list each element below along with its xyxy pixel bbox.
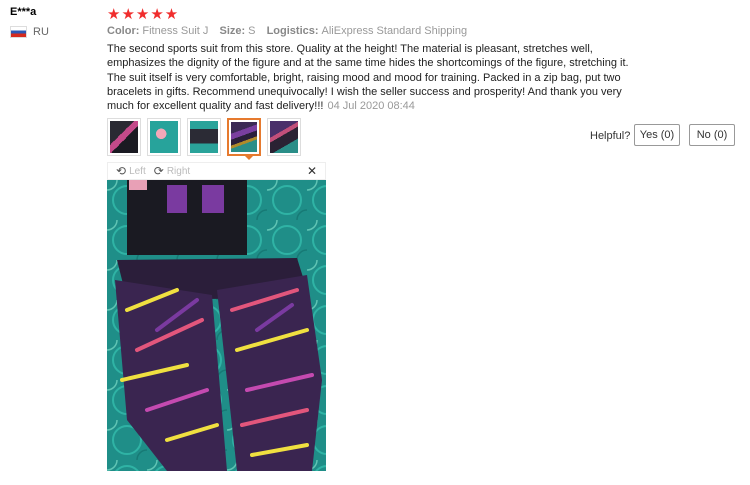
color-label: Color:	[107, 25, 140, 37]
active-thumbnail-caret	[244, 155, 254, 160]
rotate-left-label[interactable]: Left	[129, 166, 146, 177]
russia-flag-icon	[10, 26, 27, 38]
thumbnail-strip	[107, 118, 301, 156]
review-thumbnail-active[interactable]	[227, 118, 261, 156]
rating-stars: ★★★★★	[107, 6, 180, 23]
rotate-left-icon[interactable]: ⟲	[116, 164, 126, 178]
image-viewer: ⟲ Left ⟳ Right ✕	[107, 162, 326, 472]
viewer-toolbar: ⟲ Left ⟳ Right ✕	[107, 162, 326, 180]
close-icon[interactable]: ✕	[307, 164, 317, 178]
color-value: Fitness Suit J	[142, 25, 209, 37]
review-thumbnail[interactable]	[187, 118, 221, 156]
review-thumbnail[interactable]	[267, 118, 301, 156]
rotate-right-label[interactable]: Right	[167, 166, 190, 177]
reviewer-country: RU	[10, 26, 49, 38]
reviewer-name: E***a	[10, 6, 37, 18]
logistics-value: AliExpress Standard Shipping	[321, 25, 468, 37]
size-label: Size:	[219, 25, 246, 37]
logistics-label: Logistics:	[266, 25, 319, 37]
size-value: S	[248, 25, 256, 37]
helpful-label: Helpful?	[590, 130, 631, 142]
helpful-yes-button[interactable]: Yes (0)	[634, 124, 680, 146]
review-date: 04 Jul 2020 08:44	[327, 100, 415, 113]
country-code: RU	[33, 26, 49, 38]
review-body: The second sports suit from this store. …	[107, 42, 647, 113]
helpful-no-button[interactable]: No (0)	[689, 124, 735, 146]
rotate-right-icon[interactable]: ⟳	[154, 164, 164, 178]
review-photo	[107, 180, 326, 471]
review-thumbnail[interactable]	[147, 118, 181, 156]
review-meta: Color: Fitness Suit J Size: S Logistics: Al…	[107, 25, 467, 37]
review-thumbnail[interactable]	[107, 118, 141, 156]
photo-illustration	[107, 180, 326, 471]
